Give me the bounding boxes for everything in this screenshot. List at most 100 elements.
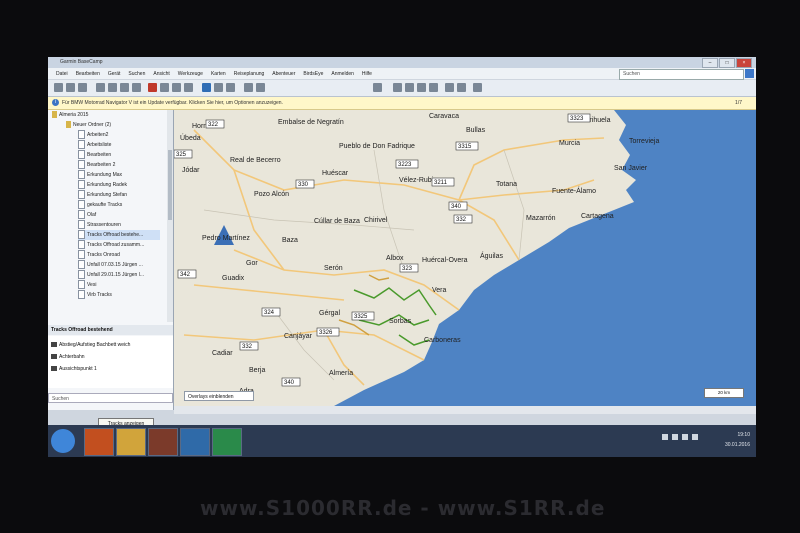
scrollbar-thumb[interactable]	[168, 150, 172, 220]
menu-maps[interactable]: Karten	[211, 71, 226, 77]
road-number: 3323	[570, 116, 584, 122]
menu-tools[interactable]: Werkzeuge	[178, 71, 203, 77]
list-item[interactable]: Olaf	[78, 210, 96, 220]
list-item[interactable]: Erkundung Stefan	[78, 190, 127, 200]
volume-icon[interactable]	[682, 434, 688, 440]
update-infobar[interactable]: i Für BMW Motorrad Navigator V ist ein U…	[48, 97, 756, 110]
list-item[interactable]: Tracks Offroad zusamm...	[78, 240, 144, 250]
record-icon[interactable]	[148, 83, 157, 92]
copy-icon[interactable]	[393, 83, 402, 92]
status-bar	[174, 406, 756, 414]
list-item-selected[interactable]: Tracks Offroad bestehe...	[78, 230, 160, 240]
tree-root[interactable]: Almeria 2015	[52, 110, 88, 120]
update-message[interactable]: Für BMW Motorrad Navigator V ist ein Upd…	[62, 100, 283, 106]
tree-folder[interactable]: Neuer Ordner (2)	[66, 120, 111, 130]
list-item[interactable]: Arbeitsliste	[78, 140, 111, 150]
road-number: 340	[451, 204, 462, 210]
list-item[interactable]: Erkundung Radek	[78, 180, 127, 190]
list-item[interactable]: Aussichtspunkt 1	[51, 364, 97, 374]
list-item[interactable]: Strassentouren	[78, 220, 121, 230]
menu-edit[interactable]: Bearbeiten	[76, 71, 100, 77]
media-player-icon[interactable]	[148, 428, 178, 456]
menu-sign-in[interactable]: Anmelden	[331, 71, 354, 77]
maximize-button[interactable]: □	[719, 58, 735, 68]
print-icon[interactable]	[417, 83, 426, 92]
hand-tool-icon[interactable]	[108, 83, 117, 92]
forward-icon[interactable]	[66, 83, 75, 92]
list-item[interactable]: Abstieg/Aufstieg Bachbett weich	[51, 340, 130, 350]
close-button[interactable]: ×	[736, 58, 752, 68]
menu-help[interactable]: Hilfe	[362, 71, 372, 77]
ruler-icon[interactable]	[184, 83, 193, 92]
info-page-counter: 1/7	[735, 100, 742, 106]
map-view[interactable]: Caravaca Bullas Orihuela Murcia Torrevie…	[174, 110, 756, 406]
list-item[interactable]: Tracks Onroad	[78, 250, 120, 260]
list-item[interactable]: Erkundung Max	[78, 170, 122, 180]
grid-icon[interactable]	[244, 83, 253, 92]
list-item[interactable]: Bearbeiten	[78, 150, 111, 160]
menu-adventures[interactable]: Abenteuer	[272, 71, 295, 77]
map-detail-icon[interactable]	[473, 83, 482, 92]
town-label: Cadiar	[212, 350, 233, 357]
search-icon[interactable]	[745, 69, 754, 78]
menu-search[interactable]: Suchen	[128, 71, 145, 77]
taskbar-clock[interactable]: 19:10 30.01.2016	[725, 430, 750, 450]
town-label: Canjáyar	[284, 333, 313, 340]
export-icon[interactable]	[256, 83, 265, 92]
map-3d-icon[interactable]	[214, 83, 223, 92]
road-number: 3211	[434, 180, 448, 186]
excel-icon[interactable]	[212, 428, 242, 456]
menu-view[interactable]: Ansicht	[153, 71, 169, 77]
town-label: Vera	[432, 287, 447, 294]
minimize-button[interactable]: –	[702, 58, 718, 68]
waypoint-icon[interactable]	[160, 83, 169, 92]
tree-scrollbar[interactable]	[167, 110, 173, 322]
back-icon[interactable]	[54, 83, 63, 92]
paste-icon[interactable]	[405, 83, 414, 92]
list-item[interactable]: Unfall 29.01.15 Jürgen l...	[78, 270, 144, 280]
list-item[interactable]: Bearbeiten 2	[78, 160, 115, 170]
overlays-button[interactable]: Overlays einblenden	[184, 391, 254, 401]
refresh-icon[interactable]	[78, 83, 87, 92]
list-item[interactable]: Vesi	[78, 280, 96, 290]
waypoint-icon	[51, 354, 57, 360]
menu-trip-planning[interactable]: Reiseplanung	[234, 71, 265, 77]
search-input[interactable]: Suchen	[619, 69, 744, 80]
redo-icon[interactable]	[457, 83, 466, 92]
list-item[interactable]: Unfall 07.03.15 Jürgen ...	[78, 260, 143, 270]
scale-bar: 20 km	[704, 388, 744, 398]
track-icon[interactable]	[172, 83, 181, 92]
road-number: 322	[208, 122, 219, 128]
list-item[interactable]: Virb Tracks	[78, 290, 112, 300]
motorcycle-icon[interactable]	[373, 83, 382, 92]
map-2d-icon[interactable]	[202, 83, 211, 92]
list-item[interactable]: gekaufte Tracks	[78, 200, 122, 210]
town-label: Pozo Alcón	[254, 191, 289, 198]
delete-icon[interactable]	[429, 83, 438, 92]
flag-icon[interactable]	[672, 434, 678, 440]
route-tool-icon[interactable]	[132, 83, 141, 92]
list-icon	[78, 180, 85, 190]
menu-device[interactable]: Gerät	[108, 71, 121, 77]
sidebar-search-input[interactable]: Suchen	[48, 393, 173, 403]
toolbar: City Navigator Europe NTU 2016.3 Mittel	[48, 80, 756, 117]
map-canvas[interactable]: Caravaca Bullas Orihuela Murcia Torrevie…	[174, 110, 756, 406]
start-button-icon[interactable]	[51, 429, 75, 453]
list-item[interactable]: Arbeiten2	[78, 130, 108, 140]
select-tool-icon[interactable]	[96, 83, 105, 92]
town-label: Bullas	[466, 127, 486, 134]
clock-time: 19:10	[737, 432, 750, 438]
basecamp-icon[interactable]	[180, 428, 210, 456]
battery-icon[interactable]	[692, 434, 698, 440]
menu-birdseye[interactable]: BirdsEye	[303, 71, 323, 77]
list-item[interactable]: Achterbahn	[51, 352, 85, 362]
network-icon[interactable]	[662, 434, 668, 440]
firefox-icon[interactable]	[84, 428, 114, 456]
menu-file[interactable]: Datei	[56, 71, 68, 77]
undo-icon[interactable]	[445, 83, 454, 92]
road-number: 340	[284, 380, 295, 386]
zoom-tool-icon[interactable]	[120, 83, 129, 92]
town-label: Mazarrón	[526, 215, 556, 222]
layers-icon[interactable]	[226, 83, 235, 92]
explorer-icon[interactable]	[116, 428, 146, 456]
